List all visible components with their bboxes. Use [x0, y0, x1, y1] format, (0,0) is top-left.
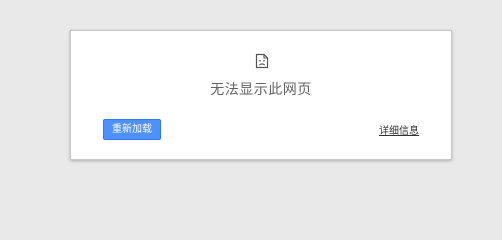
error-page: 无法显示此网页 重新加载 详细信息 [0, 0, 502, 224]
error-message: 无法显示此网页 [210, 82, 312, 98]
details-link[interactable]: 详细信息 [379, 122, 419, 137]
sad-document-icon [255, 53, 269, 69]
reload-button[interactable]: 重新加载 [103, 119, 161, 140]
error-card: 无法显示此网页 重新加载 详细信息 [70, 30, 452, 160]
